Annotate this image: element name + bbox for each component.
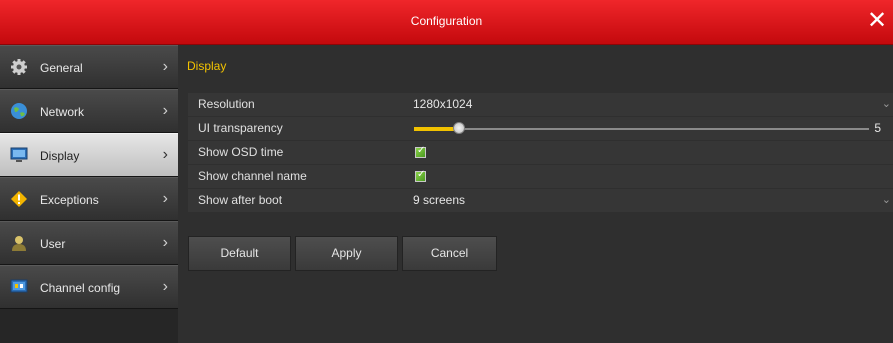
sidebar-item-label: Network xyxy=(40,105,85,119)
sidebar-item-label: User xyxy=(40,237,66,251)
default-button[interactable]: Default xyxy=(188,236,291,271)
resolution-select[interactable]: 1280x1024 xyxy=(413,97,472,111)
sidebar-item-display[interactable]: Display › xyxy=(0,133,178,177)
chevron-right-icon: › xyxy=(162,146,168,163)
cancel-button[interactable]: Cancel xyxy=(402,236,497,271)
show-osd-time-row: Show OSD time ✓ xyxy=(188,141,893,164)
gear-icon xyxy=(11,59,27,75)
title-bar: Configuration ✕ xyxy=(0,0,893,45)
configuration-window: Configuration ✕ General › Network › Disp… xyxy=(0,0,893,343)
sidebar-item-label: Display xyxy=(40,149,80,163)
transparency-slider-track[interactable] xyxy=(414,128,869,130)
transparency-value: 5 xyxy=(874,121,881,135)
sidebar-item-general[interactable]: General › xyxy=(0,45,178,89)
resolution-label: Resolution xyxy=(198,97,255,111)
chevron-right-icon: › xyxy=(162,190,168,207)
chevron-right-icon: › xyxy=(162,58,168,75)
show-channel-name-row: Show channel name ✓ xyxy=(188,165,893,188)
show-channel-name-checkbox[interactable]: ✓ xyxy=(415,169,426,182)
show-osd-time-checkbox[interactable]: ✓ xyxy=(415,145,426,158)
section-title: Display xyxy=(187,59,227,73)
chevron-down-icon[interactable]: ⌄ xyxy=(882,193,891,206)
apply-button[interactable]: Apply xyxy=(295,236,398,271)
ui-transparency-label: UI transparency xyxy=(198,121,283,135)
sidebar-item-user[interactable]: User › xyxy=(0,221,178,265)
sidebar: General › Network › Display › Exceptions… xyxy=(0,45,178,343)
ui-transparency-row: UI transparency 5 xyxy=(188,117,893,140)
warning-icon xyxy=(11,191,27,207)
globe-icon xyxy=(11,103,27,119)
sidebar-item-exceptions[interactable]: Exceptions › xyxy=(0,177,178,221)
check-icon: ✓ xyxy=(417,169,426,180)
chevron-right-icon: › xyxy=(162,234,168,251)
close-icon[interactable]: ✕ xyxy=(865,9,889,35)
check-icon: ✓ xyxy=(417,145,426,156)
sidebar-item-channel-config[interactable]: Channel config › xyxy=(0,265,178,309)
show-channel-name-label: Show channel name xyxy=(198,169,307,183)
chevron-right-icon: › xyxy=(162,278,168,295)
sidebar-item-label: Channel config xyxy=(40,281,121,295)
show-after-boot-row: Show after boot 9 screens ⌄ xyxy=(188,189,893,212)
channel-config-icon xyxy=(10,279,28,293)
show-after-boot-label: Show after boot xyxy=(198,193,283,207)
monitor-icon xyxy=(10,147,28,162)
sidebar-item-network[interactable]: Network › xyxy=(0,89,178,133)
main-panel: Display Resolution 1280x1024 ⌄ UI transp… xyxy=(178,45,893,343)
sidebar-item-label: Exceptions xyxy=(40,193,99,207)
user-icon xyxy=(12,236,26,251)
transparency-slider-thumb[interactable] xyxy=(452,122,465,134)
resolution-row: Resolution 1280x1024 ⌄ xyxy=(188,93,893,116)
window-title: Configuration xyxy=(410,14,483,28)
show-after-boot-select[interactable]: 9 screens xyxy=(413,193,465,207)
show-osd-time-label: Show OSD time xyxy=(198,145,284,159)
chevron-down-icon[interactable]: ⌄ xyxy=(882,97,891,110)
sidebar-item-label: General xyxy=(40,61,83,75)
chevron-right-icon: › xyxy=(162,102,168,119)
